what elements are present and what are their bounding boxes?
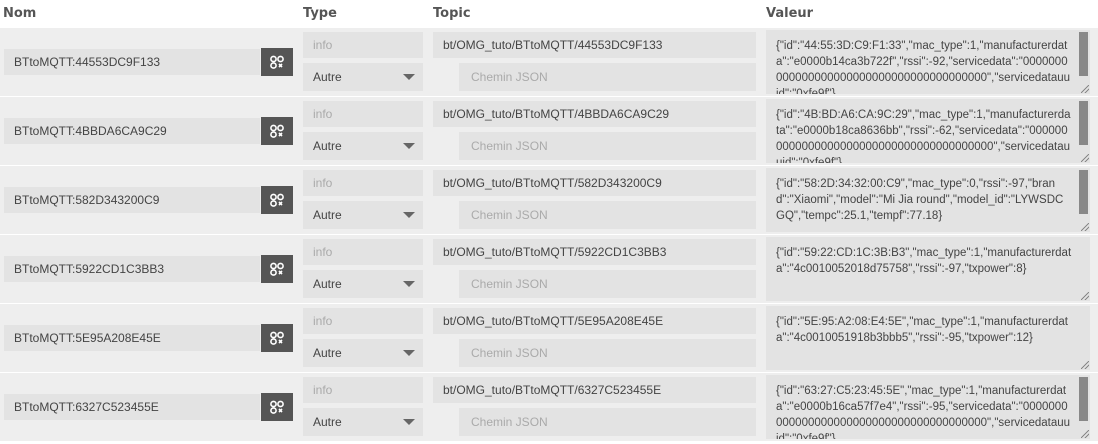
json-path-input[interactable]: Chemin JSON (459, 201, 756, 229)
type-select-value: Autre (313, 277, 342, 291)
resize-handle-icon[interactable] (1081, 430, 1089, 438)
value-textarea[interactable]: {"id":"44:55:3D:C9:F1:33","mac_type":1,"… (766, 30, 1090, 94)
configure-button[interactable] (261, 186, 293, 214)
json-path-input[interactable]: Chemin JSON (459, 339, 756, 367)
column-header-type: Type (303, 6, 337, 21)
column-header-value: Valeur (766, 6, 814, 21)
resize-handle-icon[interactable] (1081, 154, 1089, 162)
table-row: BTtoMQTT:5E95A208E45E info Autre bt/OMG_… (0, 304, 1098, 372)
chevron-down-icon (403, 143, 415, 149)
table-header: Nom Type Topic Valeur (0, 0, 1098, 28)
type-select-value: Autre (313, 346, 342, 360)
info-input[interactable]: info (303, 377, 423, 403)
info-input[interactable]: info (303, 32, 423, 58)
chevron-down-icon (403, 350, 415, 356)
configure-icon (270, 262, 284, 276)
configure-button[interactable] (261, 48, 293, 76)
topic-field[interactable]: bt/OMG_tuto/BTtoMQTT/582D343200C9 (433, 170, 756, 196)
topic-field[interactable]: bt/OMG_tuto/BTtoMQTT/44553DC9F133 (433, 32, 756, 58)
json-path-input[interactable]: Chemin JSON (459, 270, 756, 298)
chevron-down-icon (403, 281, 415, 287)
configure-button[interactable] (261, 117, 293, 145)
column-header-topic: Topic (433, 6, 471, 21)
resize-handle-icon[interactable] (1081, 223, 1089, 231)
type-select[interactable]: Autre (303, 132, 423, 160)
value-scrollbar[interactable] (1079, 377, 1088, 421)
value-textarea[interactable]: {"id":"63:27:C5:23:45:5E","mac_type":1,"… (766, 375, 1090, 439)
type-select[interactable]: Autre (303, 270, 423, 298)
type-select[interactable]: Autre (303, 339, 423, 367)
resize-handle-icon[interactable] (1081, 85, 1089, 93)
value-textarea[interactable]: {"id":"4B:BD:A6:CA:9C:29","mac_type":1,"… (766, 99, 1090, 163)
command-name-field[interactable]: BTtoMQTT:5E95A208E45E (4, 325, 260, 351)
configure-button[interactable] (261, 324, 293, 352)
configure-icon (270, 124, 284, 138)
value-text: {"id":"5E:95:A2:08:E4:5E","mac_type":1,"… (776, 316, 1068, 344)
configure-icon (270, 193, 284, 207)
type-select-value: Autre (313, 208, 342, 222)
command-name-field[interactable]: BTtoMQTT:44553DC9F133 (4, 49, 260, 75)
value-scrollbar[interactable] (1079, 101, 1088, 145)
value-scrollbar[interactable] (1079, 170, 1088, 214)
type-select-value: Autre (313, 415, 342, 429)
table-row: BTtoMQTT:582D343200C9 info Autre bt/OMG_… (0, 166, 1098, 234)
value-text: {"id":"58:2D:34:32:00:C9","mac_type":0,"… (776, 178, 1064, 222)
table-row: BTtoMQTT:4BBDA6CA9C29 info Autre bt/OMG_… (0, 97, 1098, 165)
value-textarea[interactable]: {"id":"59:22:CD:1C:3B:B3","mac_type":1,"… (766, 237, 1090, 301)
topic-field[interactable]: bt/OMG_tuto/BTtoMQTT/5922CD1C3BB3 (433, 239, 756, 265)
command-name-field[interactable]: BTtoMQTT:4BBDA6CA9C29 (4, 118, 260, 144)
table-row: BTtoMQTT:5922CD1C3BB3 info Autre bt/OMG_… (0, 235, 1098, 303)
resize-handle-icon[interactable] (1081, 292, 1089, 300)
chevron-down-icon (403, 74, 415, 80)
type-select-value: Autre (313, 139, 342, 153)
topic-field[interactable]: bt/OMG_tuto/BTtoMQTT/5E95A208E45E (433, 308, 756, 334)
json-path-input[interactable]: Chemin JSON (459, 408, 756, 436)
value-text: {"id":"63:27:C5:23:45:5E","mac_type":1,"… (776, 385, 1071, 439)
configure-icon (270, 400, 284, 414)
value-text: {"id":"59:22:CD:1C:3B:B3","mac_type":1,"… (776, 247, 1072, 275)
topic-field[interactable]: bt/OMG_tuto/BTtoMQTT/4BBDA6CA9C29 (433, 101, 756, 127)
command-name-field[interactable]: BTtoMQTT:6327C523455E (4, 394, 260, 420)
type-select[interactable]: Autre (303, 201, 423, 229)
info-input[interactable]: info (303, 170, 423, 196)
command-name-field[interactable]: BTtoMQTT:5922CD1C3BB3 (4, 256, 260, 282)
value-text: {"id":"44:55:3D:C9:F1:33","mac_type":1,"… (776, 40, 1071, 94)
type-select-value: Autre (313, 70, 342, 84)
configure-icon (270, 331, 284, 345)
value-textarea[interactable]: {"id":"58:2D:34:32:00:C9","mac_type":0,"… (766, 168, 1090, 232)
configure-button[interactable] (261, 255, 293, 283)
json-path-input[interactable]: Chemin JSON (459, 132, 756, 160)
column-header-name: Nom (3, 6, 37, 21)
command-name-field[interactable]: BTtoMQTT:582D343200C9 (4, 187, 260, 213)
table-row: BTtoMQTT:6327C523455E info Autre bt/OMG_… (0, 373, 1098, 441)
chevron-down-icon (403, 212, 415, 218)
table-row: BTtoMQTT:44553DC9F133 info Autre bt/OMG_… (0, 28, 1098, 96)
type-select[interactable]: Autre (303, 63, 423, 91)
value-textarea[interactable]: {"id":"5E:95:A2:08:E4:5E","mac_type":1,"… (766, 306, 1090, 370)
info-input[interactable]: info (303, 239, 423, 265)
chevron-down-icon (403, 419, 415, 425)
info-input[interactable]: info (303, 101, 423, 127)
value-text: {"id":"4B:BD:A6:CA:9C:29","mac_type":1,"… (776, 109, 1071, 163)
info-input[interactable]: info (303, 308, 423, 334)
configure-icon (270, 55, 284, 69)
value-scrollbar[interactable] (1079, 32, 1088, 76)
type-select[interactable]: Autre (303, 408, 423, 436)
json-path-input[interactable]: Chemin JSON (459, 63, 756, 91)
resize-handle-icon[interactable] (1081, 361, 1089, 369)
configure-button[interactable] (261, 393, 293, 421)
topic-field[interactable]: bt/OMG_tuto/BTtoMQTT/6327C523455E (433, 377, 756, 403)
